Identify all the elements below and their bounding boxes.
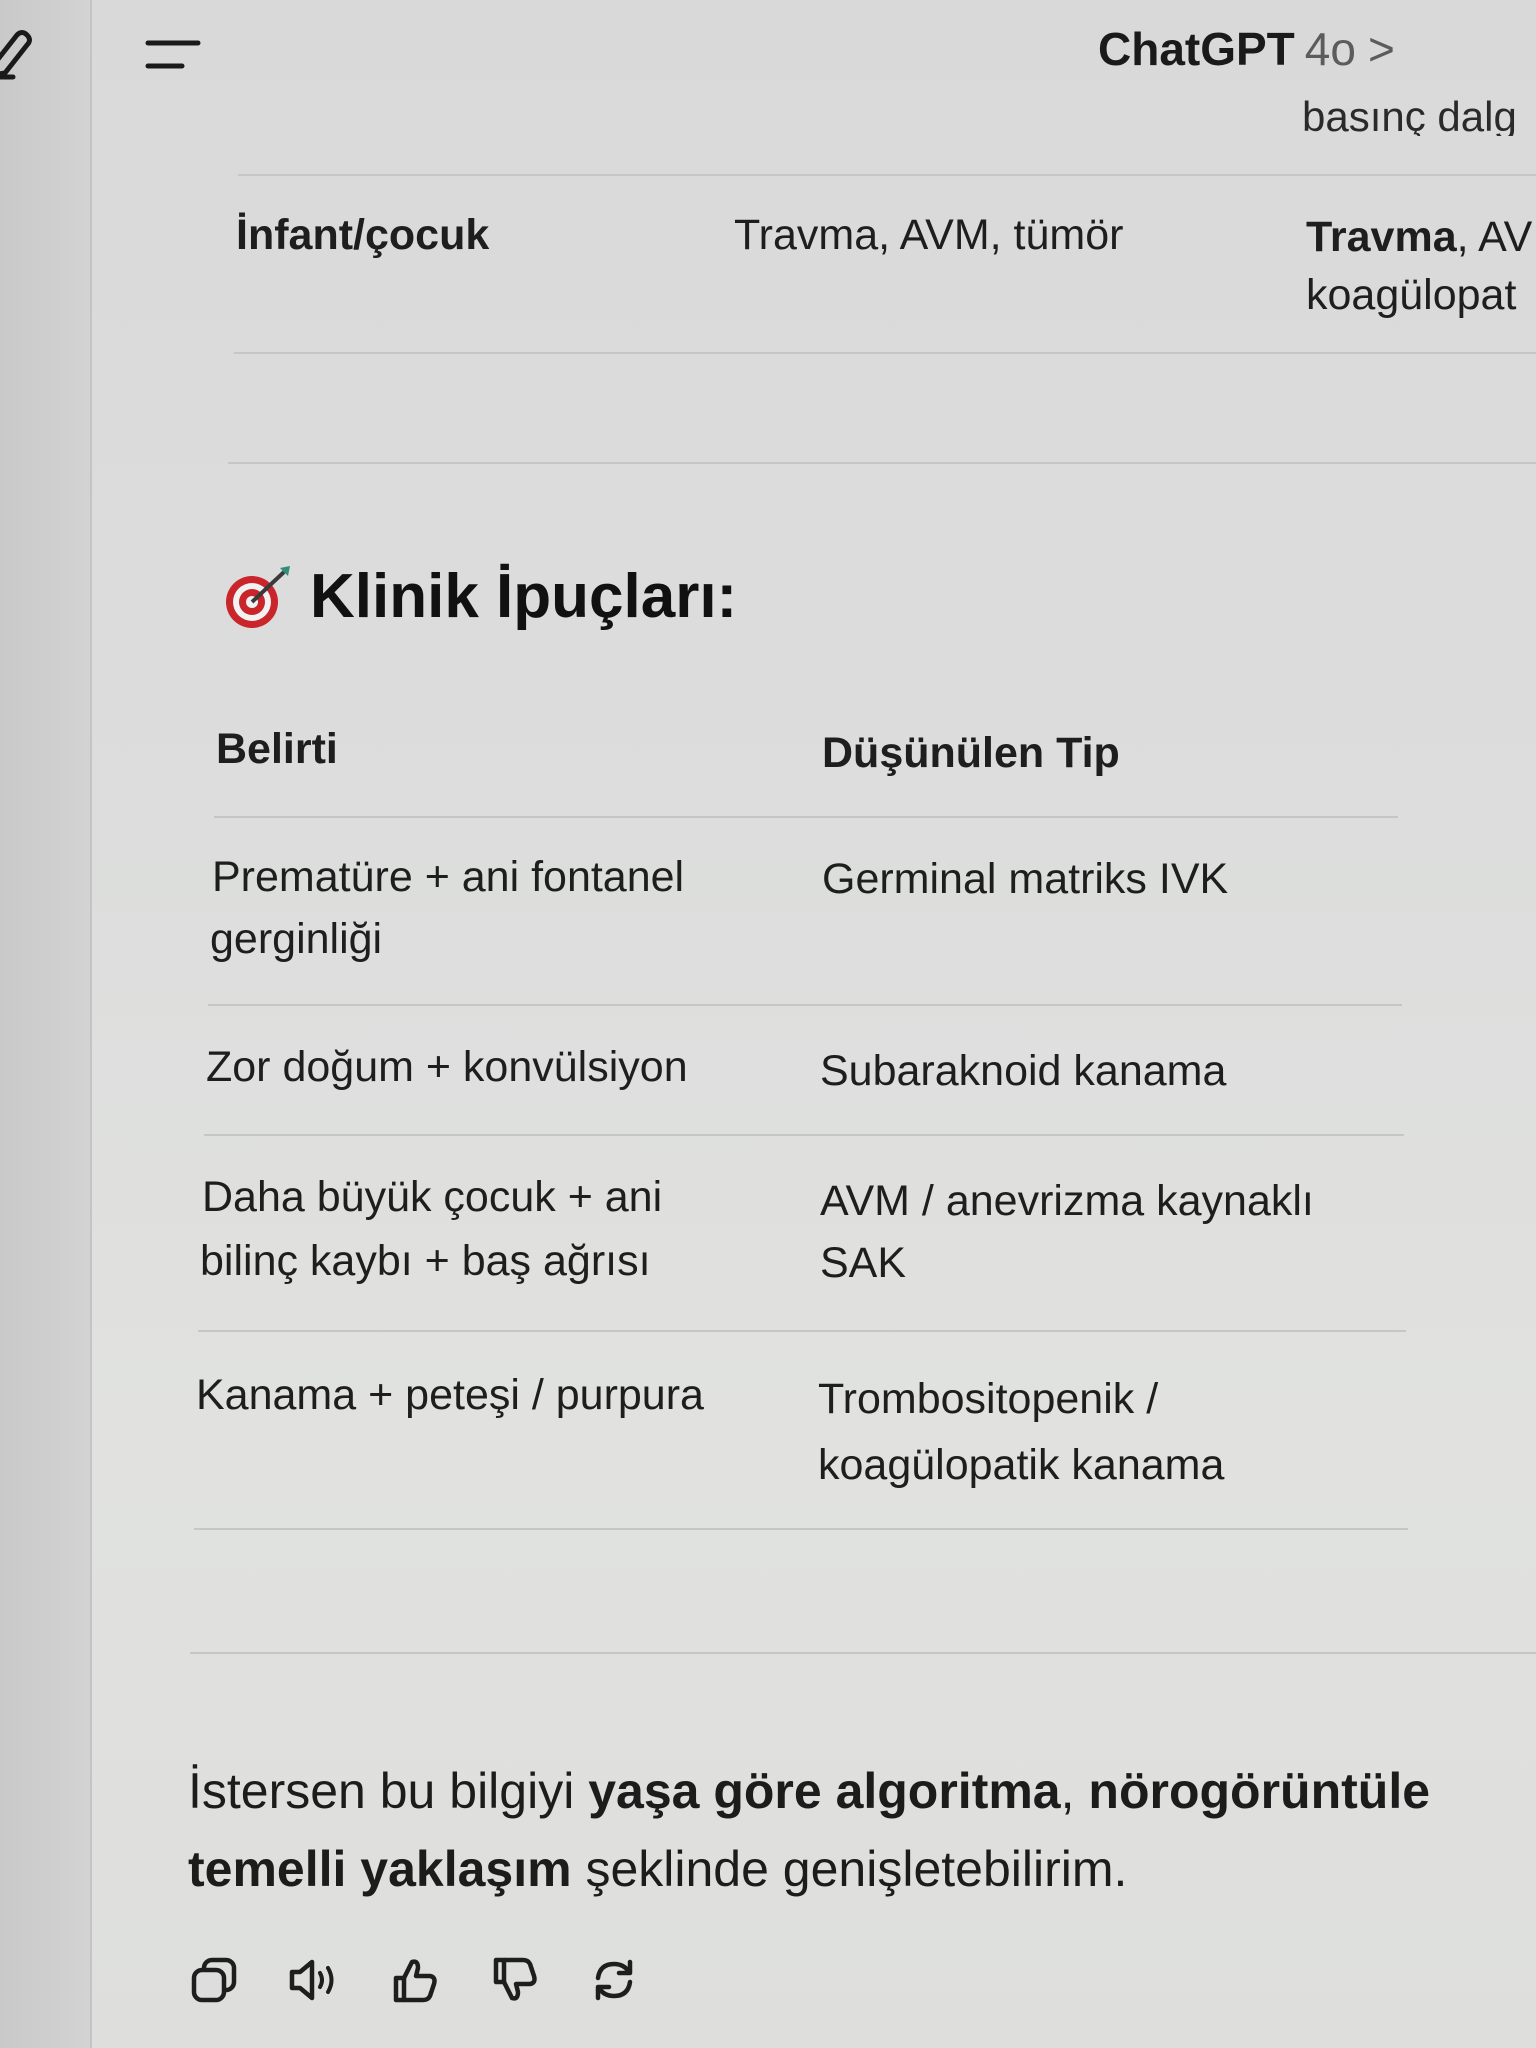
thumbs-up-icon[interactable]: [386, 1952, 442, 2008]
prev-row-cause: Travma, AVM, tümör: [734, 211, 1124, 259]
table-cell-type: Subaraknoid kanama: [820, 1047, 1227, 1095]
table-cell-type: SAK: [820, 1239, 907, 1287]
hamburger-menu-icon[interactable]: [140, 34, 206, 78]
prev-row-type: Travma, AV: [1306, 206, 1532, 268]
prev-row-type-rest: , AV: [1456, 213, 1533, 261]
table-divider: [204, 1134, 1404, 1136]
section-divider: [190, 1652, 1536, 1654]
prev-row-type-bold: Travma: [1306, 213, 1457, 261]
closing-line-2: temelli yaklaşım şeklinde genişletebilir…: [188, 1830, 1430, 1908]
prev-row-age: İnfant/çocuk: [236, 211, 490, 259]
closing-line-1: İstersen bu bilgiyi yaşa göre algoritma,…: [188, 1752, 1430, 1830]
table-cell-symptom: Daha büyük çocuk + ani: [202, 1173, 663, 1221]
section-heading: Klinik İpuçları:: [222, 560, 737, 632]
table-cell-symptom: Kanama + peteşi / purpura: [196, 1371, 704, 1419]
table-cell-type: Trombositopenik /: [818, 1375, 1159, 1423]
closing-bold: yaşa göre algoritma: [588, 1763, 1061, 1819]
pencil-edit-icon[interactable]: [0, 24, 36, 82]
closing-text: şeklinde genişletebilirim.: [571, 1841, 1128, 1897]
regenerate-icon[interactable]: [586, 1952, 642, 2008]
closing-bold: nörogörüntüle: [1088, 1763, 1431, 1819]
table-cell-type: Germinal matriks IVK: [822, 855, 1229, 903]
section-title: Klinik İpuçları:: [310, 561, 738, 631]
sidebar-strip: [0, 0, 92, 2048]
table-cell-symptom: Zor doğum + konvülsiyon: [206, 1043, 688, 1091]
app-title: ChatGPT: [1098, 23, 1295, 75]
closing-paragraph: İstersen bu bilgiyi yaşa göre algoritma,…: [188, 1752, 1430, 1908]
thumbs-down-icon[interactable]: [486, 1952, 542, 2008]
speaker-icon[interactable]: [286, 1952, 342, 2008]
copy-icon[interactable]: [186, 1952, 242, 2008]
divider: [238, 174, 1536, 176]
model-name: 4o: [1304, 23, 1356, 75]
section-divider: [228, 462, 1536, 464]
table-cell-symptom: Prematüre + ani fontanel: [212, 853, 685, 901]
model-selector[interactable]: ChatGPT 4o >: [1098, 22, 1395, 76]
prev-row-type-line2: koagülopat: [1306, 271, 1517, 319]
table-divider: [194, 1528, 1408, 1530]
closing-bold: temelli yaklaşım: [188, 1841, 572, 1897]
table-cell-symptom: bilinç kaybı + baş ağrısı: [200, 1237, 651, 1285]
table-divider: [198, 1330, 1406, 1332]
chat-screen: ChatGPT 4o > basınç dalg İnfant/çocuk Trav…: [0, 0, 1536, 2048]
table-cell-symptom: gerginliği: [210, 915, 383, 963]
table-divider: [214, 816, 1398, 818]
closing-text: ,: [1060, 1763, 1089, 1819]
table-header-type: Düşünülen Tip: [822, 729, 1120, 777]
table-divider: [208, 1004, 1402, 1006]
direct-hit-dart-icon: [226, 566, 290, 628]
divider: [234, 352, 1536, 354]
table-cell-type: koagülopatik kanama: [818, 1441, 1225, 1489]
chevron-right-icon: >: [1367, 23, 1395, 75]
closing-text: İstersen bu bilgiyi: [188, 1763, 589, 1819]
message-action-bar: [186, 1952, 642, 2008]
table-header-symptom: Belirti: [216, 725, 338, 773]
table-cell-type: AVM / anevrizma kaynaklı: [820, 1177, 1314, 1225]
previous-cell-text: basınç dalg: [1302, 98, 1517, 136]
